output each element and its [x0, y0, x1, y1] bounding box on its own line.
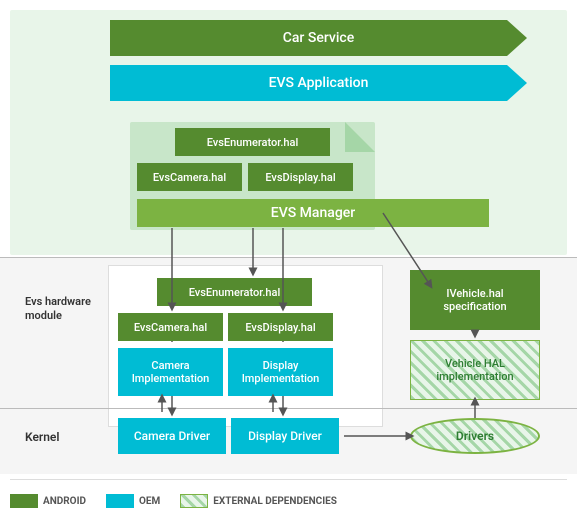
- camera-driver-label: Camera Driver: [134, 429, 210, 443]
- evs-manager-block: EVS Manager: [137, 199, 489, 227]
- ivehicle-spec-label: IVehicle.hal specification: [415, 287, 535, 313]
- car-service-label: Car Service: [283, 30, 354, 46]
- hal-group-fold: [345, 122, 375, 152]
- legend-swatch-external: [180, 494, 208, 508]
- display-driver-block: Display Driver: [231, 418, 339, 454]
- drivers-label: Drivers: [456, 429, 494, 443]
- evs-application-block: EVS Application: [110, 65, 527, 101]
- camera-driver-block: Camera Driver: [118, 418, 226, 454]
- camera-implementation-block: Camera Implementation: [118, 348, 223, 396]
- kernel-label: Kernel: [25, 430, 60, 444]
- evs-enumerator-hal-top: EvsEnumerator.hal: [175, 128, 330, 156]
- evs-camera-hal-top-label: EvsCamera.hal: [153, 171, 226, 184]
- legend-item-oem: OEM: [106, 494, 160, 508]
- legend-swatch-oem: [106, 494, 134, 508]
- legend-item-external: EXTERNAL DEPENDENCIES: [180, 494, 337, 508]
- evs-display-hal-bottom-label: EvsDisplay.hal: [245, 321, 315, 334]
- evs-camera-hal-bottom: EvsCamera.hal: [118, 313, 223, 341]
- camera-implementation-label: Camera Implementation: [118, 359, 223, 385]
- display-implementation-label: Display Implementation: [228, 359, 333, 385]
- display-implementation-block: Display Implementation: [228, 348, 333, 396]
- diagram-container: Car Service EVS Application EvsEnumerato…: [0, 0, 577, 522]
- legend-item-android: ANDROID: [10, 494, 86, 508]
- evs-enumerator-hal-bottom: EvsEnumerator.hal: [157, 278, 312, 306]
- display-driver-label: Display Driver: [248, 429, 322, 443]
- evs-hw-label: Evs hardware module: [25, 295, 100, 324]
- evs-enumerator-hal-top-label: EvsEnumerator.hal: [207, 136, 299, 149]
- evs-application-label: EVS Application: [269, 75, 369, 91]
- evs-display-hal-top: EvsDisplay.hal: [248, 163, 353, 191]
- ivehicle-spec-block: IVehicle.hal specification: [410, 270, 540, 330]
- legend-android-label: ANDROID: [43, 496, 86, 507]
- legend-external-label: EXTERNAL DEPENDENCIES: [213, 496, 337, 507]
- drivers-oval: Drivers: [410, 418, 540, 454]
- vehicle-hal-impl-block: Vehicle HAL implementation: [410, 340, 540, 400]
- legend-oem-label: OEM: [139, 496, 160, 507]
- car-service-block: Car Service: [110, 20, 527, 56]
- separator-kernel: [0, 408, 577, 409]
- evs-enumerator-hal-bottom-label: EvsEnumerator.hal: [189, 286, 281, 299]
- legend-swatch-android: [10, 494, 38, 508]
- vehicle-hal-impl-label: Vehicle HAL implementation: [416, 357, 534, 383]
- legend: ANDROID OEM EXTERNAL DEPENDENCIES: [10, 479, 567, 517]
- evs-camera-hal-bottom-label: EvsCamera.hal: [134, 321, 207, 334]
- evs-camera-hal-top: EvsCamera.hal: [137, 163, 242, 191]
- evs-manager-label: EVS Manager: [271, 205, 355, 221]
- evs-display-hal-top-label: EvsDisplay.hal: [265, 171, 335, 184]
- evs-display-hal-bottom: EvsDisplay.hal: [228, 313, 333, 341]
